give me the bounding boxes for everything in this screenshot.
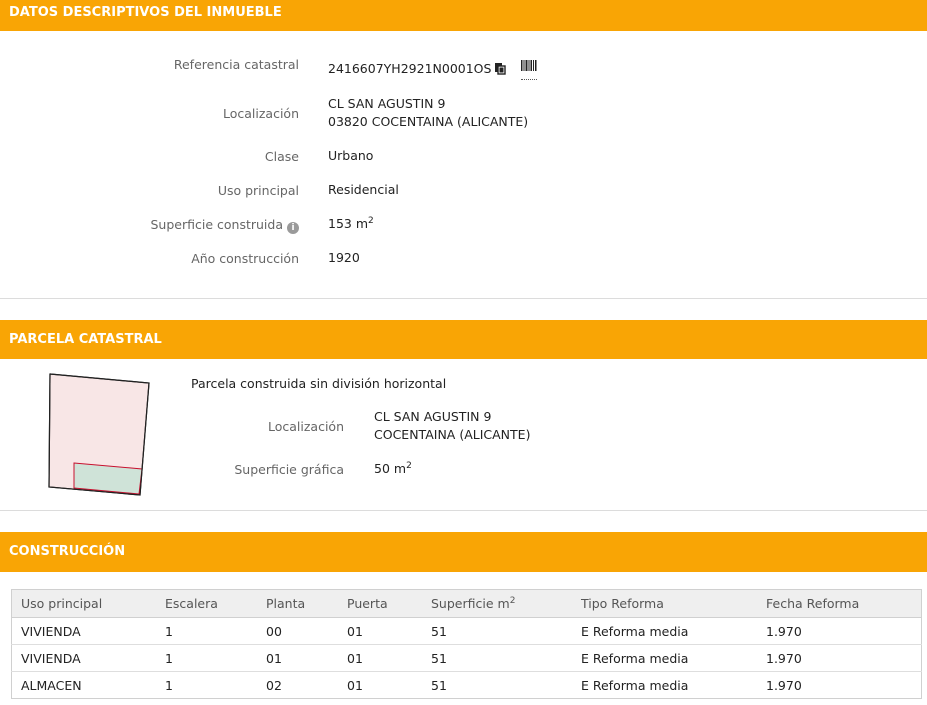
ref-value-row: 2416607YH2921N0001OS: [328, 60, 507, 80]
parcel-map[interactable]: [44, 371, 154, 501]
datos-panel: Referencia catastral 2416607YH2921N0001O…: [0, 31, 927, 299]
copy-icon[interactable]: [494, 62, 507, 80]
cell-uso: VIVIENDA: [11, 644, 156, 672]
col-puerta: Puerta: [338, 589, 422, 618]
table-row: VIVIENDA 1 00 01 51 E Reforma media 1.97…: [11, 617, 922, 645]
cell-planta: 00: [257, 617, 338, 645]
construccion-title: CONSTRUCCIÓN: [9, 544, 126, 559]
table-header-row: Uso principal Escalera Planta Puerta Sup…: [11, 589, 922, 618]
cell-escalera: 1: [156, 644, 257, 672]
info-icon[interactable]: i: [287, 222, 299, 234]
cell-tipo-reforma: E Reforma media: [572, 617, 757, 645]
col-superficie-exp: 2: [509, 595, 516, 606]
sup-label-row: Superficie construida i: [150, 217, 299, 234]
col-tipo-reforma: Tipo Reforma: [572, 589, 757, 618]
parcela-loc-line1: CL SAN AGUSTIN 9: [374, 409, 492, 424]
parcela-sup-label: Superficie gráfica: [234, 462, 344, 477]
cell-puerta: 01: [338, 617, 422, 645]
col-planta: Planta: [257, 589, 338, 618]
table-row: ALMACEN 1 02 01 51 E Reforma media 1.970: [12, 672, 922, 699]
parcela-sup-exp: 2: [406, 460, 412, 471]
uso-value: Residencial: [328, 182, 399, 197]
col-superficie-label: Superficie m: [431, 596, 510, 611]
cell-planta: 02: [266, 677, 282, 693]
parcela-header: PARCELA CATASTRAL: [0, 320, 927, 359]
parcela-loc-line2: COCENTAINA (ALICANTE): [374, 427, 531, 442]
clase-value: Urbano: [328, 148, 374, 163]
loc-value: CL SAN AGUSTIN 9 03820 COCENTAINA (ALICA…: [328, 95, 528, 131]
loc-line2: 03820 COCENTAINA (ALICANTE): [328, 114, 529, 129]
loc-line1: CL SAN AGUSTIN 9: [328, 96, 446, 111]
sup-label: Superficie construida: [150, 217, 284, 232]
anio-value: 1920: [328, 250, 360, 265]
cell-fecha-reforma: 1.970: [757, 644, 922, 672]
uso-label: Uso principal: [217, 183, 299, 198]
sup-value: 153 m: [328, 216, 369, 231]
clase-label: Clase: [264, 149, 299, 164]
parcela-sup-value: 50 m: [374, 461, 407, 476]
cell-tipo-reforma: E Reforma media: [581, 677, 689, 693]
ref-label: Referencia catastral: [173, 57, 299, 72]
cell-puerta: 01: [338, 644, 422, 672]
cell-superficie: 51: [422, 617, 572, 645]
col-superficie: Superficie m2: [422, 589, 572, 618]
parcela-loc-label: Localización: [267, 419, 344, 434]
cell-fecha-reforma: 1.970: [757, 617, 922, 645]
anio-label: Año construcción: [191, 251, 299, 266]
parcela-title: PARCELA CATASTRAL: [9, 332, 162, 347]
sup-exp: 2: [368, 215, 374, 226]
construccion-table: Uso principal Escalera Planta Puerta Sup…: [11, 589, 922, 699]
cell-puerta: 01: [347, 677, 363, 693]
table-row: VIVIENDA 1 01 01 51 E Reforma media 1.97…: [11, 644, 922, 672]
building-shape: [73, 462, 143, 495]
col-fecha-reforma: Fecha Reforma: [757, 589, 922, 618]
datos-header: DATOS DESCRIPTIVOS DEL INMUEBLE: [0, 0, 927, 31]
sup-value-row: 153 m2: [328, 215, 374, 233]
cell-uso: VIVIENDA: [11, 617, 156, 645]
cell-escalera: 1: [165, 677, 173, 693]
parcela-loc-value: CL SAN AGUSTIN 9 COCENTAINA (ALICANTE): [374, 408, 530, 444]
cell-tipo-reforma: E Reforma media: [572, 644, 757, 672]
cell-superficie: 51: [422, 644, 572, 672]
parcela-subtitle: Parcela construida sin división horizont…: [191, 376, 447, 391]
barcode-icon[interactable]: [521, 58, 537, 80]
cell-superficie: 51: [431, 677, 447, 693]
cell-escalera: 1: [156, 617, 257, 645]
col-uso: Uso principal: [11, 589, 156, 618]
cell-fecha-reforma: 1.970: [766, 677, 802, 693]
ref-value[interactable]: 2416607YH2921N0001OS: [328, 61, 491, 76]
col-escalera: Escalera: [156, 589, 257, 618]
datos-title: DATOS DESCRIPTIVOS DEL INMUEBLE: [9, 5, 282, 20]
cell-uso: ALMACEN: [21, 677, 82, 693]
cell-planta: 01: [257, 644, 338, 672]
parcela-panel: Parcela construida sin división horizont…: [0, 359, 927, 511]
parcela-sup-row: 50 m2: [374, 460, 412, 478]
loc-label: Localización: [222, 106, 299, 121]
construccion-header: CONSTRUCCIÓN: [0, 532, 927, 572]
